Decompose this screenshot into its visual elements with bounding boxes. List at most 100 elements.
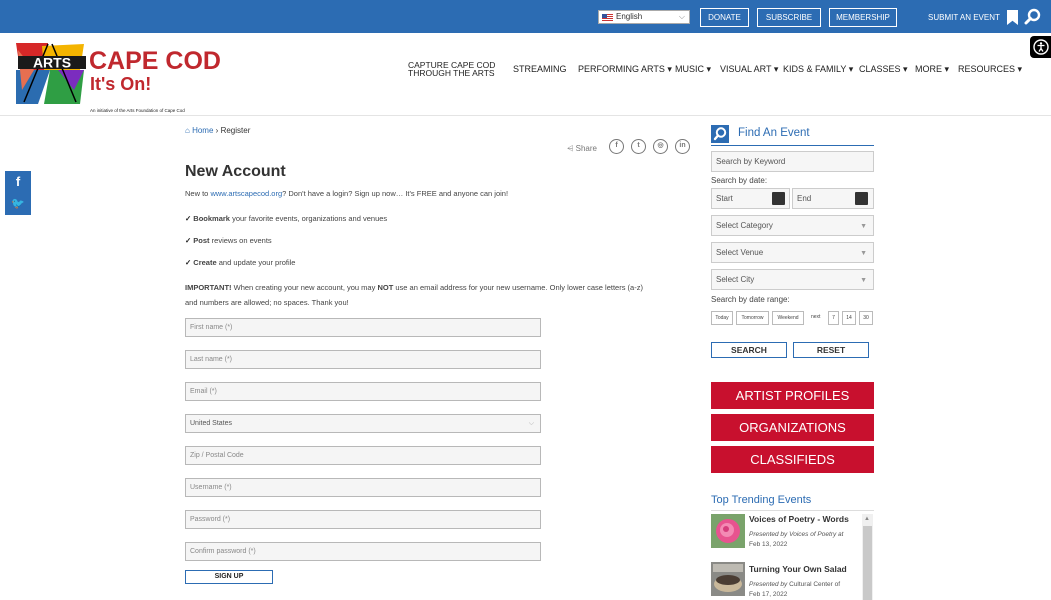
page-title: New Account (185, 163, 286, 180)
start-date-input[interactable]: Start (711, 188, 790, 209)
share-text: Share (575, 144, 597, 153)
last-name-field[interactable]: Last name (*) (185, 350, 541, 369)
nav-more[interactable]: MORE ▾ (915, 64, 949, 75)
logo-tagline: An initiative of the Arts Foundation of … (90, 108, 185, 113)
password-field[interactable]: Password (*) (185, 510, 541, 529)
share-icon: ⩤ (567, 144, 574, 153)
benefit-create: ✓ Create and update your profile (185, 258, 296, 267)
facebook-icon[interactable]: f (5, 171, 31, 193)
event-presenter: Presented by Cultural Center of (749, 581, 841, 588)
event-thumbnail-bowl[interactable] (711, 562, 745, 596)
logo-capecod-text: CAPE COD (89, 47, 221, 75)
range-14-button[interactable]: 14 (842, 311, 856, 325)
event-date: Feb 13, 2022 (749, 541, 788, 548)
arts-cape-cod-logo[interactable]: ARTS CAPE COD It's On! (14, 40, 234, 106)
event-title[interactable]: Voices of Poetry - Words (749, 514, 849, 524)
event-title[interactable]: Turning Your Own Salad (749, 564, 847, 574)
accessibility-icon[interactable] (1030, 36, 1051, 58)
reset-button[interactable]: RESET (793, 342, 869, 358)
event-thumbnail-rose[interactable] (711, 514, 745, 548)
search-by-date-label: Search by date: (711, 176, 768, 185)
intro-text: New to www.artscapecod.org? Don't have a… (185, 189, 509, 198)
artist-profiles-button[interactable]: ARTIST PROFILES (711, 382, 874, 409)
trending-divider (711, 510, 874, 511)
country-value: United States (190, 420, 233, 427)
site-link[interactable]: www.artscapecod.org (210, 189, 282, 198)
chevron-down-icon: ▼ (860, 250, 867, 257)
keyword-search-input[interactable]: Search by Keyword (711, 151, 874, 172)
find-event-title: Find An Event (738, 127, 810, 139)
nav-visual-art[interactable]: VISUAL ART ▾ (720, 64, 778, 75)
next-label: next (811, 314, 821, 320)
event-date: Feb 17, 2022 (749, 591, 788, 598)
home-icon: ⌂ (185, 126, 190, 135)
scroll-up-icon[interactable]: ▲ (864, 516, 870, 522)
organizations-button[interactable]: ORGANIZATIONS (711, 414, 874, 441)
check-icon: ✓ (185, 258, 192, 267)
language-select[interactable]: English ⌵ (598, 10, 690, 24)
nav-resources[interactable]: RESOURCES ▾ (958, 64, 1022, 75)
important-note-line1: IMPORTANT! When creating your new accoun… (185, 283, 643, 292)
nav-classes[interactable]: CLASSES ▾ (859, 64, 908, 75)
range-weekend-button[interactable]: Weekend (772, 311, 804, 325)
trending-scrollbar[interactable]: ▲ (862, 514, 873, 600)
search-icon[interactable] (1024, 8, 1042, 26)
nav-performing-arts[interactable]: PERFORMING ARTS ▾ (578, 64, 672, 75)
search-icon (711, 125, 729, 143)
zip-field[interactable]: Zip / Postal Code (185, 446, 541, 465)
first-name-field[interactable]: First name (*) (185, 318, 541, 337)
nav-capture[interactable]: CAPTURE CAPE COD THROUGH THE ARTS (408, 61, 495, 78)
twitter-icon[interactable]: 🐦 (5, 193, 31, 215)
nav-streaming[interactable]: STREAMING (513, 64, 567, 74)
submit-event-link[interactable]: SUBMIT AN EVENT (928, 8, 1000, 27)
range-today-button[interactable]: Today (711, 311, 733, 325)
classifieds-button[interactable]: CLASSIFIEDS (711, 446, 874, 473)
breadcrumb: ⌂ Home › Register (185, 126, 250, 135)
city-select[interactable]: Select City ▼ (711, 269, 874, 290)
chevron-down-icon: ▼ (860, 277, 867, 284)
nav-music[interactable]: MUSIC ▾ (675, 64, 711, 75)
confirm-password-field[interactable]: Confirm password (*) (185, 542, 541, 561)
linkedin-share-icon[interactable]: in (675, 139, 690, 154)
calendar-icon[interactable] (772, 192, 785, 205)
subscribe-button[interactable]: SUBSCRIBE (757, 8, 821, 27)
scrollbar-thumb[interactable] (863, 526, 872, 600)
country-select[interactable]: United States ⌵ (185, 414, 541, 433)
range-7-button[interactable]: 7 (828, 311, 839, 325)
nav-kids-family[interactable]: KIDS & FAMILY ▾ (783, 64, 853, 75)
breadcrumb-home[interactable]: Home (192, 126, 213, 135)
range-tomorrow-button[interactable]: Tomorrow (736, 311, 769, 325)
calendar-icon[interactable] (855, 192, 868, 205)
search-button[interactable]: SEARCH (711, 342, 787, 358)
important-note-line2: and numbers are allowed; no spaces. Than… (185, 298, 349, 307)
username-field[interactable]: Username (*) (185, 478, 541, 497)
trending-title: Top Trending Events (711, 494, 812, 506)
chevron-down-icon: ▼ (860, 223, 867, 230)
benefit-bookmark: ✓ Bookmark your favorite events, organiza… (185, 214, 388, 223)
membership-button[interactable]: MEMBERSHIP (829, 8, 897, 27)
header-divider (0, 115, 1051, 116)
email-field[interactable]: Email (*) (185, 382, 541, 401)
breadcrumb-separator: › (215, 126, 219, 135)
logo-itson-text: It's On! (90, 74, 151, 94)
twitter-share-icon[interactable]: t (631, 139, 646, 154)
date-range-label: Search by date range: (711, 295, 790, 304)
facebook-share-icon[interactable]: f (609, 139, 624, 154)
donate-button[interactable]: DONATE (700, 8, 749, 27)
us-flag-icon (602, 14, 613, 21)
check-icon: ✓ (185, 236, 192, 245)
nav-capture-line2: THROUGH THE ARTS (408, 68, 495, 78)
breadcrumb-current: Register (220, 126, 251, 135)
logo-arts-text: ARTS (33, 55, 71, 71)
start-placeholder: Start (716, 194, 733, 203)
end-date-input[interactable]: End (792, 188, 874, 209)
instagram-share-icon[interactable]: ◎ (653, 139, 668, 154)
category-select[interactable]: Select Category ▼ (711, 215, 874, 236)
range-30-button[interactable]: 30 (859, 311, 873, 325)
venue-select[interactable]: Select Venue ▼ (711, 242, 874, 263)
sign-up-button[interactable]: SIGN UP (185, 570, 273, 584)
share-label[interactable]: ⩤ Share (567, 144, 597, 154)
check-icon: ✓ (185, 214, 192, 223)
find-event-divider (711, 145, 874, 146)
chevron-down-icon: ⌵ (678, 12, 685, 21)
